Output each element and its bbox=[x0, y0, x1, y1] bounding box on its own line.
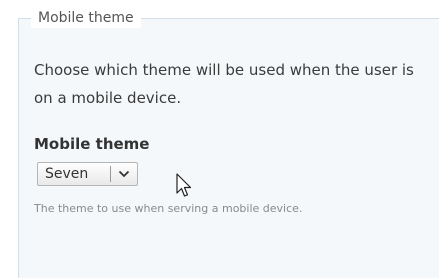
fieldset-description: Choose which theme will be used when the… bbox=[34, 61, 414, 107]
chevron-down-icon[interactable] bbox=[110, 163, 137, 185]
mobile-theme-label: Mobile theme bbox=[34, 135, 150, 153]
mobile-theme-selected-value: Seven bbox=[45, 166, 89, 182]
mobile-theme-help-text: The theme to use when serving a mobile d… bbox=[34, 202, 303, 215]
mouse-pointer-icon bbox=[176, 173, 192, 197]
mobile-theme-select[interactable]: Seven bbox=[37, 162, 138, 186]
fieldset-legend: Mobile theme bbox=[31, 8, 141, 28]
